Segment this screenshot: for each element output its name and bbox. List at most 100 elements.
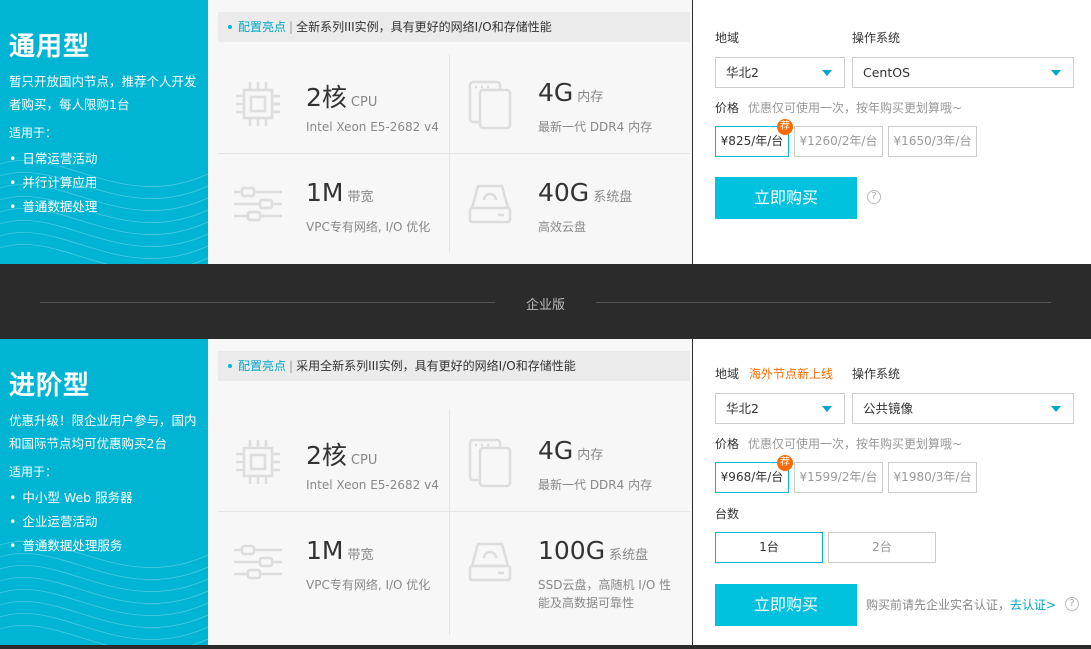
spec-detail: VPC专有网络, I/O 优化 — [306, 578, 431, 592]
spec-unit: 带宽 — [347, 190, 374, 205]
bullet-dot — [228, 364, 232, 368]
spec-value: 1M 带宽 — [306, 536, 374, 565]
spec-unit: 系统盘 — [609, 548, 649, 563]
spec-memory: 4G 内存 最新一代 DDR4 内存 — [450, 54, 681, 152]
price-option-2yr[interactable]: ¥1599/2年/台 — [794, 462, 883, 493]
memory-icon — [468, 80, 512, 130]
spec-value: 40G 系统盘 — [538, 178, 632, 207]
spec-detail: Intel Xeon E5-2682 v4 — [306, 478, 439, 492]
network-icon — [234, 186, 282, 222]
spec-number: 4G — [538, 78, 574, 107]
price-option-2yr[interactable]: ¥1260/2年/台 — [794, 126, 883, 157]
recommend-badge: 荐 — [777, 455, 793, 471]
spec-cpu: 2核 CPU Intel Xeon E5-2682 v4 — [218, 412, 449, 510]
price-option-1yr[interactable]: ¥825/年/台 荐 — [715, 119, 793, 157]
spec-number: 1M — [306, 536, 344, 565]
chevron-down-icon — [1051, 70, 1061, 76]
os-value: CentOS — [863, 65, 911, 80]
price-text: ¥1980/3年/台 — [893, 470, 972, 484]
os-label: 操作系统 — [852, 31, 901, 45]
list-item: 并行计算应用 — [9, 171, 97, 195]
price-text: ¥1260/2年/台 — [799, 134, 878, 148]
region-select[interactable]: 华北2 — [715, 393, 845, 424]
region-select[interactable]: 华北2 — [715, 57, 845, 88]
product-title: 进阶型 — [9, 371, 91, 401]
spec-unit: 内存 — [577, 90, 604, 105]
verify-link[interactable]: 去认证> — [1010, 598, 1056, 612]
suitable-list: 日常运营活动 并行计算应用 普通数据处理 — [9, 147, 97, 219]
highlight-separator: | — [289, 20, 294, 34]
region-value: 华北2 — [726, 401, 759, 416]
region-label: 地域 — [715, 31, 740, 45]
quantity-option-1[interactable]: 1台 — [715, 532, 823, 563]
price-hint: 优惠仅可使用一次，按年购买更划算哦~ — [748, 101, 963, 115]
price-option-3yr[interactable]: ¥1650/3年/台 — [888, 126, 977, 157]
cpu-icon — [236, 440, 280, 484]
product-intro-panel: 通用型 暂只开放国内节点，推荐个人开发者购买，每人限购1台 适用于： 日常运营活… — [0, 0, 208, 264]
buy-now-button[interactable]: 立即购买 — [715, 177, 857, 219]
list-item: 普通数据处理 — [9, 195, 97, 219]
spec-number: 2核 — [306, 83, 347, 112]
chevron-down-icon — [822, 406, 832, 412]
spec-detail: 最新一代 DDR4 内存 — [538, 478, 653, 492]
list-item: 中小型 Web 服务器 — [9, 486, 132, 510]
price-text: ¥825/年/台 — [720, 134, 784, 148]
list-item: 普通数据处理服务 — [9, 534, 133, 558]
verification-notice: 购买前请先企业实名认证，去认证> — [866, 596, 1056, 613]
os-select[interactable]: 公共镜像 — [852, 393, 1074, 424]
bullet-dot — [228, 25, 232, 29]
highlight-text: 采用全新系列III实例，具有更好的网络I/O和存储性能 — [296, 359, 576, 373]
spec-panel: 配置亮点 | 采用全新系列III实例，具有更好的网络I/O和存储性能 2核 CPU I… — [208, 339, 692, 645]
spec-detail: SSD云盘，高随机 I/O 性能及高数据可靠性 — [538, 578, 672, 610]
disk-icon — [468, 184, 512, 224]
spec-detail: Intel Xeon E5-2682 v4 — [306, 120, 439, 134]
product-description: 优惠升级！限企业用户参与，国内和国际节点均可优惠购买2台 — [9, 413, 197, 451]
highlight-bar: 配置亮点 | 全新系列III实例，具有更好的网络I/O和存储性能 — [218, 12, 690, 42]
disk-icon — [468, 542, 512, 582]
suitable-list: 中小型 Web 服务器 企业运营活动 普通数据处理服务 — [9, 486, 133, 558]
help-icon[interactable]: ? — [867, 190, 881, 204]
product-title: 通用型 — [9, 32, 91, 62]
spec-number: 4G — [538, 436, 574, 465]
spec-disk: 100G 系统盘 SSD云盘，高随机 I/O 性能及高数据可靠性 — [450, 512, 681, 610]
notice-text: 购买前请先企业实名认证， — [866, 598, 1011, 612]
os-label: 操作系统 — [852, 367, 901, 381]
price-option-1yr[interactable]: ¥968/年/台 荐 — [715, 455, 793, 493]
list-item: 日常运营活动 — [9, 147, 97, 171]
product-card-advanced: 进阶型 优惠升级！限企业用户参与，国内和国际节点均可优惠购买2台 适用于： 中小… — [0, 339, 1091, 645]
spec-value: 4G 内存 — [538, 436, 603, 465]
divider-line-right — [596, 302, 1051, 303]
region-value: 华北2 — [726, 65, 759, 80]
quantity-option-2[interactable]: 2台 — [828, 532, 936, 563]
help-icon[interactable]: ? — [1065, 597, 1079, 611]
section-title: 企业版 — [525, 298, 565, 313]
spec-bandwidth: 1M 带宽 VPC专有网络, I/O 优化 — [218, 512, 449, 610]
product-card-general: 通用型 暂只开放国内节点，推荐个人开发者购买，每人限购1台 适用于： 日常运营活… — [0, 0, 1091, 264]
buy-now-button[interactable]: 立即购买 — [715, 584, 857, 626]
quantity-label: 台数 — [715, 507, 740, 521]
spec-panel: 配置亮点 | 全新系列III实例，具有更好的网络I/O和存储性能 2核 CPU Int… — [208, 0, 692, 264]
price-text: ¥1599/2年/台 — [799, 470, 878, 484]
recommend-badge: 荐 — [777, 119, 793, 135]
suitable-label: 适用于： — [9, 465, 58, 479]
region-label: 地域 — [715, 367, 740, 381]
highlight-text: 全新系列III实例，具有更好的网络I/O和存储性能 — [296, 20, 552, 34]
spec-value: 4G 内存 — [538, 78, 603, 107]
spec-cpu: 2核 CPU Intel Xeon E5-2682 v4 — [218, 54, 449, 152]
spec-number: 1M — [306, 178, 344, 207]
os-value: 公共镜像 — [863, 401, 914, 416]
price-option-3yr[interactable]: ¥1980/3年/台 — [888, 462, 977, 493]
spec-number: 40G — [538, 178, 590, 207]
highlight-bar: 配置亮点 | 采用全新系列III实例，具有更好的网络I/O和存储性能 — [218, 351, 690, 381]
spec-bandwidth: 1M 带宽 VPC专有网络, I/O 优化 — [218, 154, 449, 252]
section-divider: 企业版 — [0, 264, 1091, 339]
chevron-down-icon — [822, 70, 832, 76]
spec-unit: 带宽 — [347, 548, 374, 563]
suitable-label: 适用于： — [9, 126, 58, 140]
chevron-down-icon — [1051, 406, 1061, 412]
spec-unit: 内存 — [577, 448, 604, 463]
price-label: 价格 — [715, 101, 740, 115]
product-description: 暂只开放国内节点，推荐个人开发者购买，每人限购1台 — [9, 74, 197, 112]
spec-unit: CPU — [350, 95, 378, 110]
os-select[interactable]: CentOS — [852, 57, 1074, 88]
